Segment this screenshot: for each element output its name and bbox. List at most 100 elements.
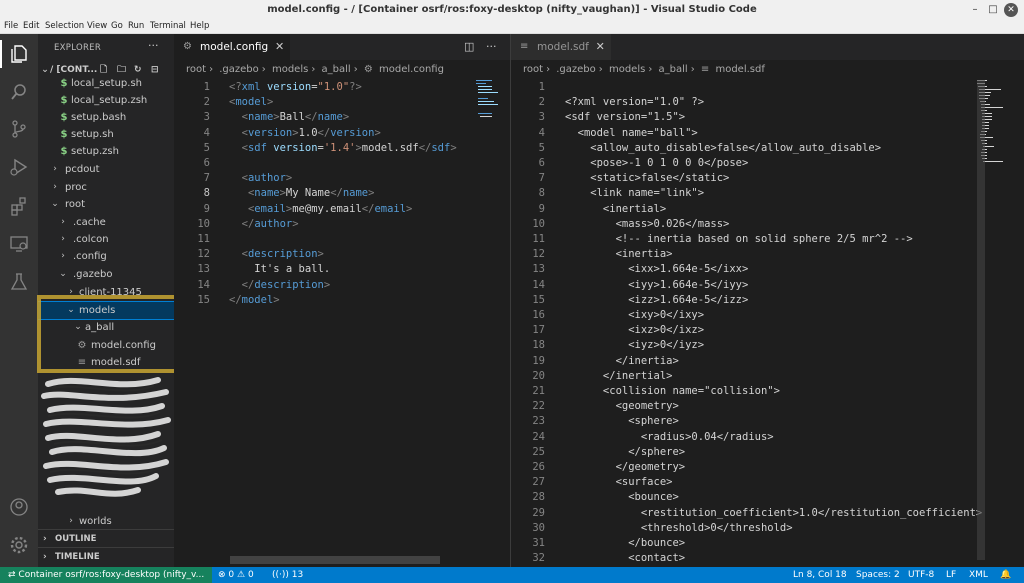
tree-item-model-sdf[interactable]: ≡ model.sdf: [38, 354, 174, 371]
code-line[interactable]: 12 <description>: [174, 247, 510, 262]
code-line[interactable]: 13 It's a ball.: [174, 262, 510, 277]
outline-section-header[interactable]: › OUTLINE: [38, 529, 174, 547]
code-line[interactable]: 7 <static>false</static>: [511, 171, 1024, 186]
close-tab-icon[interactable]: ✕: [275, 34, 284, 60]
menu-edit[interactable]: Edit: [23, 21, 39, 31]
testing-icon[interactable]: [9, 272, 29, 292]
code-line[interactable]: 27 <surface>: [511, 475, 1024, 490]
code-line[interactable]: 26 </geometry>: [511, 460, 1024, 475]
code-line[interactable]: 23 <sphere>: [511, 414, 1024, 429]
timeline-section-header[interactable]: › TIMELINE: [38, 547, 174, 565]
tab-model-sdf[interactable]: ≡ model.sdf ✕: [511, 34, 611, 60]
code-line[interactable]: 21 <collision name="collision">: [511, 384, 1024, 399]
breadcrumb-item[interactable]: .gazebo: [219, 64, 259, 75]
tree-item-cache[interactable]: › .cache: [38, 214, 174, 231]
language-mode[interactable]: XML: [969, 567, 988, 583]
code-line[interactable]: 9 <email>me@my.email</email>: [174, 202, 510, 217]
notifications-bell-icon[interactable]: 🔔: [1000, 567, 1011, 583]
code-line[interactable]: 8 <name>My Name</name>: [174, 186, 510, 201]
code-line[interactable]: 14 </description>: [174, 278, 510, 293]
code-line[interactable]: 12 <inertia>: [511, 247, 1024, 262]
breadcrumb-item[interactable]: a_ball: [659, 64, 688, 75]
breadcrumb-item[interactable]: a_ball: [322, 64, 351, 75]
tree-item-setup-sh[interactable]: $ setup.sh: [38, 126, 174, 143]
remote-explorer-icon[interactable]: [9, 234, 29, 254]
horizontal-scrollbar[interactable]: [230, 556, 440, 564]
code-line[interactable]: 22 <geometry>: [511, 399, 1024, 414]
code-line[interactable]: 10 </author>: [174, 217, 510, 232]
breadcrumb-item[interactable]: model.sdf: [715, 64, 764, 75]
code-line[interactable]: 7 <author>: [174, 171, 510, 186]
menu-help[interactable]: Help: [190, 21, 209, 31]
menu-file[interactable]: File: [4, 21, 18, 31]
minimap[interactable]: [476, 80, 510, 140]
code-line[interactable]: 10 <mass>0.026</mass>: [511, 217, 1024, 232]
code-line[interactable]: 2 <?xml version="1.0" ?>: [511, 95, 1024, 110]
code-line[interactable]: 30 <threshold>0</threshold>: [511, 521, 1024, 536]
breadcrumb-item[interactable]: root: [186, 64, 206, 75]
settings-gear-icon[interactable]: [9, 535, 29, 555]
minimize-button[interactable]: –: [968, 3, 982, 17]
tree-item-proc[interactable]: › proc: [38, 179, 174, 196]
remote-indicator[interactable]: ⇄ Container osrf/ros:foxy-desktop (nifty…: [0, 567, 212, 583]
tab-model-config[interactable]: ⚙ model.config ✕: [174, 34, 291, 60]
breadcrumb-item[interactable]: model.config: [379, 64, 444, 75]
code-line[interactable]: 17 <ixz>0</ixz>: [511, 323, 1024, 338]
code-line[interactable]: 13 <ixx>1.664e-5</ixx>: [511, 262, 1024, 277]
problems-indicator[interactable]: ⊗ 0 ⚠ 0: [218, 567, 254, 583]
code-line[interactable]: 4 <version>1.0</version>: [174, 126, 510, 141]
code-line[interactable]: 1 <?xml version="1.0"?>: [174, 80, 510, 95]
tree-item-local-setup-zsh[interactable]: $ local_setup.zsh: [38, 92, 174, 109]
tree-item-gazebo[interactable]: ⌄ .gazebo: [38, 266, 174, 283]
code-line[interactable]: 9 <inertial>: [511, 202, 1024, 217]
tree-item-a-ball[interactable]: ⌄ a_ball: [38, 319, 174, 336]
code-line[interactable]: 3 <sdf version="1.5">: [511, 110, 1024, 125]
code-line[interactable]: 6: [174, 156, 510, 171]
code-line[interactable]: 2 <model>: [174, 95, 510, 110]
code-line[interactable]: 4 <model name="ball">: [511, 126, 1024, 141]
code-line[interactable]: 25 </sphere>: [511, 445, 1024, 460]
code-line[interactable]: 14 <iyy>1.664e-5</iyy>: [511, 278, 1024, 293]
breadcrumb-item[interactable]: root: [523, 64, 543, 75]
menu-selection[interactable]: Selection: [45, 21, 84, 31]
tree-item-local-setup-sh[interactable]: $ local_setup.sh: [38, 75, 174, 92]
ports-indicator[interactable]: ((·)) 13: [272, 567, 303, 583]
menu-go[interactable]: Go: [111, 21, 123, 31]
code-line[interactable]: 3 <name>Ball</name>: [174, 110, 510, 125]
code-line[interactable]: 11: [174, 232, 510, 247]
code-line[interactable]: 8 <link name="link">: [511, 186, 1024, 201]
tree-item-models[interactable]: ⌄ models: [38, 301, 174, 320]
run-debug-icon[interactable]: [9, 157, 29, 177]
tree-item-colcon[interactable]: › .colcon: [38, 231, 174, 248]
code-line[interactable]: 6 <pose>-1 0 1 0 0 0</pose>: [511, 156, 1024, 171]
tree-item-model-config[interactable]: ⚙ model.config: [38, 337, 174, 354]
menu-view[interactable]: View: [87, 21, 107, 31]
tree-item-pcdout[interactable]: › pcdout: [38, 161, 174, 178]
tree-item-config[interactable]: › .config: [38, 248, 174, 265]
more-actions-icon[interactable]: ···: [148, 39, 159, 52]
source-control-icon[interactable]: [9, 119, 29, 139]
close-tab-icon[interactable]: ✕: [596, 34, 605, 60]
code-line[interactable]: 32 <contact>: [511, 551, 1024, 566]
code-line[interactable]: 20 </inertial>: [511, 369, 1024, 384]
tree-item-setup-bash[interactable]: $ setup.bash: [38, 109, 174, 126]
code-line[interactable]: 15 <izz>1.664e-5</izz>: [511, 293, 1024, 308]
code-line[interactable]: 24 <radius>0.04</radius>: [511, 430, 1024, 445]
vertical-scrollbar[interactable]: [977, 80, 985, 560]
breadcrumb-item[interactable]: models: [609, 64, 645, 75]
cursor-position[interactable]: Ln 8, Col 18: [793, 567, 847, 583]
maximize-button[interactable]: □: [986, 3, 1000, 17]
breadcrumb-item[interactable]: .gazebo: [556, 64, 596, 75]
indentation[interactable]: Spaces: 2: [856, 567, 900, 583]
end-of-line[interactable]: LF: [946, 567, 956, 583]
code-line[interactable]: 11 <!-- inertia based on solid sphere 2/…: [511, 232, 1024, 247]
code-line[interactable]: 15 </model>: [174, 293, 510, 308]
search-icon[interactable]: [9, 82, 29, 102]
encoding[interactable]: UTF-8: [908, 567, 934, 583]
code-line[interactable]: 1: [511, 80, 1024, 95]
code-line[interactable]: 18 <iyz>0</iyz>: [511, 338, 1024, 353]
close-window-button[interactable]: ✕: [1004, 3, 1018, 17]
menu-terminal[interactable]: Terminal: [150, 21, 186, 31]
tree-item-client-11345[interactable]: › client-11345: [38, 284, 174, 301]
accounts-icon[interactable]: [9, 497, 29, 517]
